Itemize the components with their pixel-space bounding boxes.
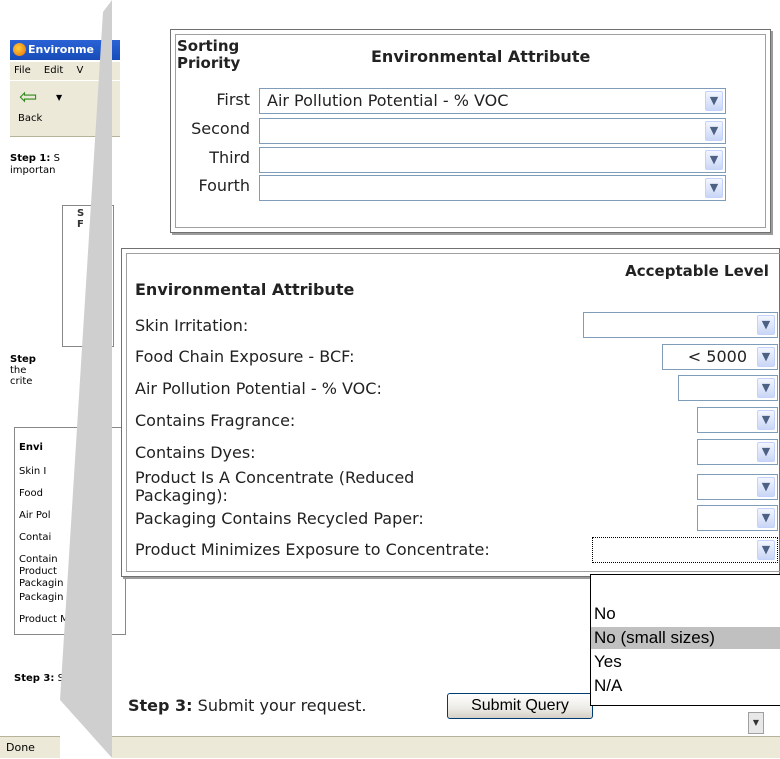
- left-criteria-box: Envi Skin I Food Air Pol Contai Contain …: [14, 427, 126, 635]
- sorting-attribute-header: Environmental Attribute: [371, 47, 591, 66]
- submit-query-button[interactable]: Submit Query: [447, 693, 593, 719]
- left-step3-fragment: Sub: [57, 673, 77, 684]
- exposure-dropdown-list: No No (small sizes) Yes N/A: [590, 574, 780, 706]
- criteria-select-dyes[interactable]: ▼: [697, 439, 778, 465]
- criteria-label-fragrance: Contains Fragrance:: [135, 411, 296, 430]
- menu-view[interactable]: V: [76, 65, 83, 76]
- chevron-down-icon[interactable]: ▼: [705, 150, 723, 170]
- left-criteria-row: Product M: [19, 614, 69, 625]
- left-criteria-row: Skin I: [19, 466, 47, 477]
- criteria-label-recycled: Packaging Contains Recycled Paper:: [135, 509, 424, 528]
- sorting-priority-header-text: Sorting Priority: [177, 37, 241, 72]
- criteria-label-skin: Skin Irritation:: [135, 316, 249, 335]
- criteria-select-recycled[interactable]: ▼: [697, 505, 778, 531]
- chevron-down-icon[interactable]: ▼: [705, 178, 723, 198]
- left-sorting-header: SF: [77, 208, 85, 230]
- chevron-down-icon[interactable]: ▼: [757, 442, 775, 462]
- criteria-label-concentrate: Product Is A Concentrate (Reduced Packag…: [135, 468, 415, 505]
- page-body-left: Step 1: S importan SF Step the crite Env…: [10, 137, 126, 737]
- chevron-down-icon[interactable]: ▼: [757, 315, 775, 335]
- left-step2-line3: crite: [10, 376, 33, 387]
- priority-select-third[interactable]: ▼: [259, 147, 726, 173]
- chevron-down-icon[interactable]: ▼: [705, 91, 723, 111]
- criteria-select-concentrate[interactable]: ▼: [697, 474, 778, 500]
- left-sorting-box: SF: [62, 205, 114, 347]
- priority-select-second[interactable]: ▼: [259, 118, 726, 144]
- firefox-icon: [13, 43, 26, 56]
- criteria-panel: Environmental Attribute Acceptable Level…: [121, 248, 780, 577]
- criteria-select-fragrance[interactable]: ▼: [697, 407, 778, 433]
- status-text: Done: [6, 741, 35, 754]
- left-criteria-row: Packagin: [19, 592, 64, 603]
- left-step3-label: Step 3:: [14, 673, 55, 684]
- menu-edit[interactable]: Edit: [44, 65, 63, 76]
- left-step1-label: Step 1:: [10, 153, 51, 164]
- back-button-label[interactable]: Back: [18, 113, 42, 124]
- criteria-select-exposure[interactable]: ▼: [592, 537, 778, 563]
- priority-label-fourth: Fourth: [198, 176, 250, 195]
- menu-bar: File Edit V: [10, 62, 120, 80]
- criteria-select-skin[interactable]: ▼: [583, 312, 778, 338]
- dropdown-option-na[interactable]: N/A: [591, 675, 780, 697]
- priority-label-second: Second: [191, 119, 250, 138]
- left-step1-text: Step 1: S importan: [10, 153, 118, 177]
- dropdown-option-blank[interactable]: [591, 577, 780, 599]
- criteria-attribute-header: Environmental Attribute: [135, 280, 355, 299]
- left-criteria-row: Contain: [19, 554, 58, 565]
- toolbar: ⇦ Back ▼: [10, 81, 120, 137]
- status-bar: Done: [0, 736, 780, 758]
- criteria-label-food: Food Chain Exposure - BCF:: [135, 347, 355, 366]
- criteria-label-air: Air Pollution Potential - % VOC:: [135, 379, 382, 398]
- criteria-select-air[interactable]: ▼: [678, 375, 778, 401]
- priority-select-first[interactable]: Air Pollution Potential - % VOC ▼: [259, 88, 726, 114]
- priority-label-first: First: [216, 90, 250, 109]
- criteria-label-exposure: Product Minimizes Exposure to Concentrat…: [135, 540, 490, 559]
- chevron-down-icon[interactable]: ▼: [757, 410, 775, 430]
- priority-select-fourth[interactable]: ▼: [259, 175, 726, 201]
- left-criteria-row: Contai: [19, 532, 52, 543]
- criteria-label-dyes: Contains Dyes:: [135, 443, 256, 462]
- left-criteria-row: Envi: [19, 442, 43, 453]
- left-step2-line2: the: [10, 365, 27, 376]
- priority-select-first-value: Air Pollution Potential - % VOC: [267, 91, 509, 110]
- left-step1-fragment: S: [53, 153, 60, 164]
- priority-label-third: Third: [209, 148, 250, 167]
- back-dropdown-icon[interactable]: ▼: [56, 93, 62, 102]
- scrollbar-down-button[interactable]: ▼: [748, 712, 764, 734]
- left-step1-fragment2: importan: [10, 165, 56, 176]
- left-criteria-row: Packagin: [19, 578, 64, 589]
- chevron-down-icon[interactable]: ▼: [757, 508, 775, 528]
- dropdown-option-no[interactable]: No: [591, 603, 780, 625]
- step3-instruction: Step 3: Submit your request.: [128, 696, 366, 715]
- back-arrow-icon[interactable]: ⇦: [19, 87, 41, 109]
- criteria-select-food-value: < 5000: [687, 347, 747, 366]
- left-step3-text: Step 3: Sub: [14, 673, 77, 684]
- window-titlebar: Environme: [10, 40, 120, 60]
- step3-text: Submit your request.: [197, 696, 367, 715]
- left-criteria-row: Air Pol: [19, 510, 51, 521]
- left-step2-label: Step: [10, 354, 36, 365]
- chevron-down-icon[interactable]: ▼: [757, 378, 775, 398]
- dropdown-option-yes[interactable]: Yes: [591, 651, 780, 673]
- step3-label: Step 3:: [128, 696, 193, 715]
- criteria-select-food[interactable]: < 5000 ▼: [662, 344, 778, 370]
- sorting-priority-panel: Sorting Priority Environmental Attribute…: [170, 29, 771, 233]
- chevron-down-icon[interactable]: ▼: [705, 121, 723, 141]
- left-criteria-row: Food: [19, 488, 43, 499]
- chevron-down-icon[interactable]: ▼: [757, 540, 775, 560]
- left-step2-text: Step the crite: [10, 354, 118, 387]
- chevron-down-icon[interactable]: ▼: [757, 347, 775, 367]
- criteria-level-header: Acceptable Level: [625, 262, 769, 280]
- dropdown-option-no-small-sizes[interactable]: No (small sizes): [591, 627, 780, 649]
- left-criteria-row: Product: [19, 566, 57, 577]
- menu-file[interactable]: File: [14, 65, 31, 76]
- sorting-priority-header: Sorting Priority: [177, 38, 267, 72]
- chevron-down-icon[interactable]: ▼: [757, 477, 775, 497]
- window-title: Environme: [28, 43, 95, 56]
